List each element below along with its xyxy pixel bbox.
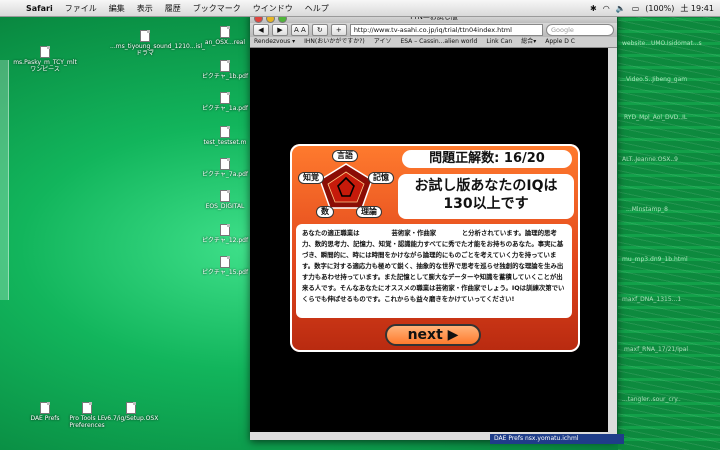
menu-view[interactable]: 表示 (131, 3, 159, 14)
bookmark-item[interactable]: 総合▾ (521, 37, 536, 47)
bluetooth-icon[interactable]: ✱ (590, 4, 597, 13)
desktop-file-icon[interactable]: v6.7/ig/Setup.OSX (96, 402, 166, 422)
wifi-icon[interactable]: ◠ (603, 4, 610, 13)
menu-history[interactable]: 履歴 (159, 3, 187, 14)
document-icon (126, 402, 136, 414)
document-icon (140, 30, 150, 42)
document-icon (220, 60, 230, 72)
desktop-file-label: ピクチャ_12.pdf (201, 237, 249, 244)
desktop-file-icon[interactable]: ms.Pasky_m_TCY_mlt ワンピース (10, 46, 80, 73)
score-label: 問題正解数: 16/20 (402, 150, 572, 168)
menu-file[interactable]: ファイル (59, 3, 103, 14)
bookmark-item[interactable]: ESA – Cassin...alien world (400, 37, 477, 47)
forward-button[interactable]: ▶ (272, 24, 288, 36)
address-bar[interactable]: http://www.tv-asahi.co.jp/iq/trial/ttn04… (349, 24, 543, 36)
document-icon (220, 92, 230, 104)
document-icon (220, 158, 230, 170)
bookmarks-bar: Rendezvous ▾ IHN(おいかがですか?) アイソ ESA – Cas… (250, 37, 617, 48)
desktop-file-label: ピクチャ_1a.pdf (201, 105, 249, 112)
iq-result: お試し版あなたのIQは 130以上です (398, 174, 574, 219)
radar-label-perception: 知覚 (298, 172, 324, 184)
radar-label-number: 数 (316, 206, 334, 218)
radar-label-language: 言語 (332, 150, 358, 162)
career-description: あなたの適正職業は 芸術家・作曲家 と分析されています。論理的思考力、数的思考力… (296, 224, 572, 318)
menu-edit[interactable]: 編集 (103, 3, 131, 14)
minimized-window-tab[interactable]: DAE Prefs nsx.yomatu.ichml (490, 434, 624, 444)
menu-app-safari[interactable]: Safari (20, 4, 59, 13)
radar-label-memory: 記憶 (368, 172, 394, 184)
menu-bookmarks[interactable]: ブックマーク (187, 3, 247, 14)
document-icon (40, 402, 50, 414)
add-bookmark-button[interactable]: + (330, 24, 347, 36)
battery-percent: (100%) (645, 3, 675, 13)
desktop-file-label: ピクチャ_1b.pdf (201, 73, 249, 80)
quiz-result-panel: 言語 知覚 記憶 数 理論 問題正解数: 16/20 お試し版あなたのIQは 1… (290, 144, 580, 352)
desktop-file-label: test_testset.m (203, 139, 247, 146)
reload-button[interactable]: ↻ (311, 24, 328, 36)
desktop-file-label: ピクチャ_15.pdf (201, 269, 249, 276)
bookmark-item[interactable]: Link Can (486, 37, 512, 47)
back-button[interactable]: ◀ (253, 24, 269, 36)
search-field[interactable]: Google (546, 24, 614, 36)
iq-result-line2: 130以上です (443, 196, 529, 212)
ability-radar: 言語 知覚 記憶 数 理論 (298, 150, 394, 218)
desktop-file-label: an_OSX...real (204, 39, 246, 46)
desktop-file-label: ms.Pasky_m_TCY_mlt ワンピース (13, 59, 77, 73)
desktop-file-label: EOS_DIGITAL (205, 203, 245, 210)
dock[interactable] (0, 60, 9, 300)
desktop-file-label: v6.7/ig/Setup.OSX (103, 415, 159, 422)
bookmark-item[interactable]: Apple D C (545, 37, 575, 47)
document-icon (220, 190, 230, 202)
clock[interactable]: 土 19:41 (680, 3, 714, 14)
document-icon (40, 46, 50, 58)
battery-icon[interactable]: ▭ (632, 4, 640, 13)
iq-result-line1: お試し版あなたのIQは (414, 178, 558, 194)
vertical-scrollbar[interactable] (608, 48, 617, 440)
document-icon (82, 402, 92, 414)
document-icon (220, 256, 230, 268)
menu-status-area: ✱ ◠ 🔈 ▭ (100%) 土 19:41 (590, 3, 720, 14)
document-icon (220, 224, 230, 236)
desktop-file-label: ピクチャ_7a.pdf (201, 171, 249, 178)
text-size-button[interactable]: A A (291, 24, 309, 36)
bookmark-item[interactable]: アイソ (374, 37, 392, 47)
menu-bar: Safari ファイル 編集 表示 履歴 ブックマーク ウインドウ ヘルプ ✱ … (0, 0, 720, 17)
menu-window[interactable]: ウインドウ (247, 3, 299, 14)
menu-help[interactable]: ヘルプ (299, 3, 335, 14)
bookmark-item[interactable]: Rendezvous ▾ (254, 37, 295, 47)
desktop-file-clutter: website...UMO.Isidomat...s …Video.S..Jib… (618, 16, 720, 450)
document-icon (220, 26, 230, 38)
volume-icon[interactable]: 🔈 (616, 4, 626, 13)
next-button[interactable]: next ▶ (385, 324, 481, 346)
desktop-file-icon[interactable]: ...ms_tiyoung_sound_1210...isl_ドラマ (110, 30, 205, 57)
document-icon (220, 126, 230, 138)
bookmark-item[interactable]: IHN(おいかがですか?) (304, 37, 365, 47)
browser-toolbar: ◀ ▶ A A ↻ + http://www.tv-asahi.co.jp/iq… (250, 23, 617, 37)
safari-window: TTN—お試し版 ◀ ▶ A A ↻ + http://www.tv-asahi… (250, 12, 617, 440)
page-content: 言語 知覚 記憶 数 理論 問題正解数: 16/20 お試し版あなたのIQは 1… (250, 48, 617, 440)
radar-label-logic: 理論 (356, 206, 382, 218)
